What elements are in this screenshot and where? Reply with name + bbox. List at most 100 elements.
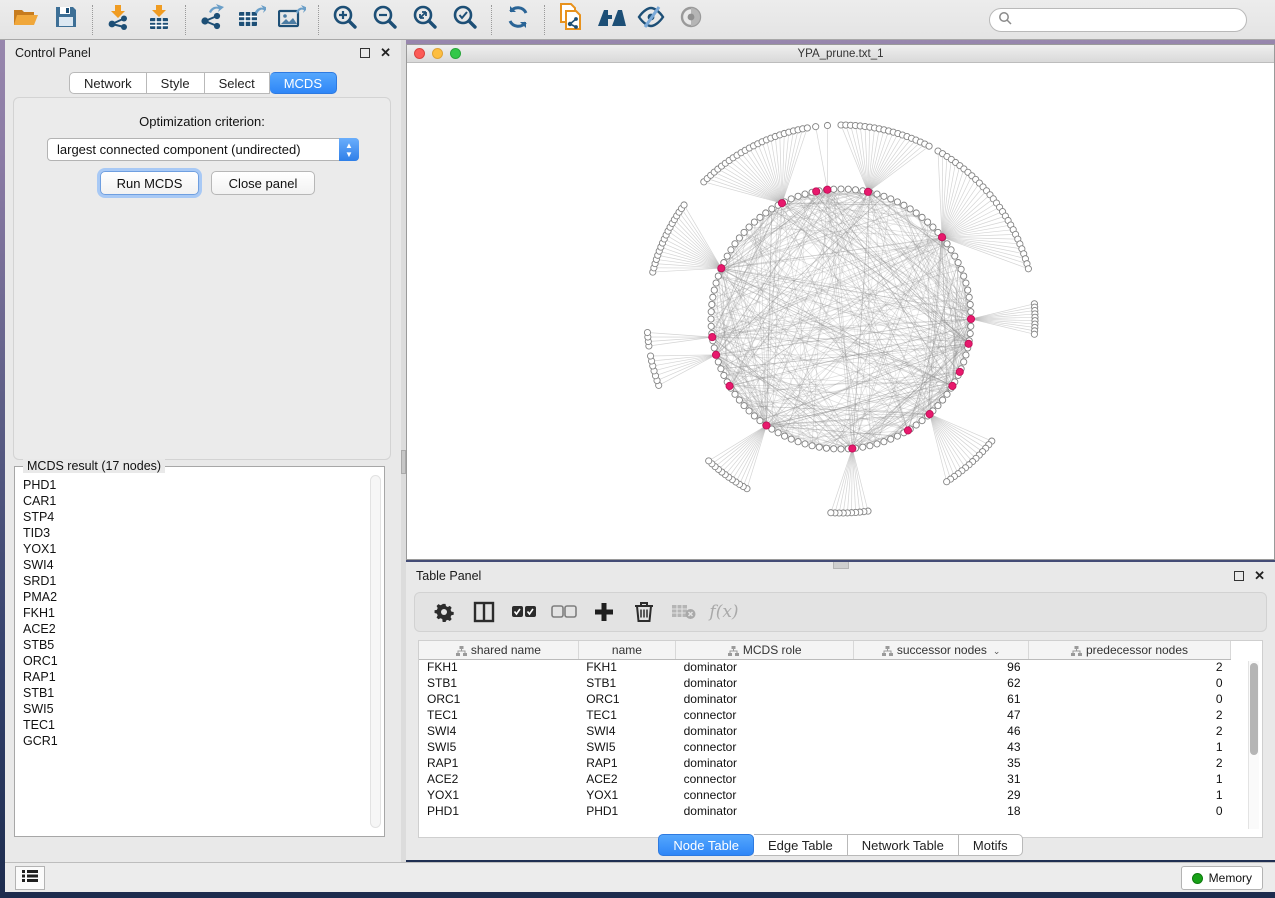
cell-name[interactable]: SWI5	[578, 739, 675, 755]
mcds-hub-node[interactable]	[813, 188, 820, 195]
list-item[interactable]: STB5	[23, 637, 360, 653]
list-item[interactable]: ORC1	[23, 653, 360, 669]
ring-node[interactable]	[948, 247, 954, 253]
ring-node[interactable]	[874, 441, 880, 447]
table-row[interactable]: ORC1ORC1dominator610	[419, 691, 1231, 707]
ring-node[interactable]	[802, 191, 808, 197]
list-item[interactable]: YOX1	[23, 541, 360, 557]
mcds-hub-node[interactable]	[778, 200, 785, 207]
list-item[interactable]: CAR1	[23, 493, 360, 509]
ring-node[interactable]	[736, 397, 742, 403]
leaf-node[interactable]	[944, 479, 950, 485]
ring-node[interactable]	[724, 253, 730, 259]
ring-node[interactable]	[913, 422, 919, 428]
mcds-hub-node[interactable]	[949, 382, 956, 389]
tab-network[interactable]: Network	[69, 72, 147, 94]
cell-mcds-role[interactable]: dominator	[676, 659, 854, 675]
network-graph[interactable]	[407, 63, 1274, 559]
leaf-node[interactable]	[926, 143, 932, 149]
delete-column-icon[interactable]	[629, 597, 659, 627]
cell-shared-name[interactable]: STB1	[419, 675, 578, 691]
cell-successor-nodes[interactable]: 96	[854, 659, 1029, 675]
ring-node[interactable]	[721, 372, 727, 378]
ring-node[interactable]	[788, 436, 794, 442]
list-item[interactable]: PHD1	[23, 477, 360, 493]
ring-node[interactable]	[788, 196, 794, 202]
cell-successor-nodes[interactable]: 61	[854, 691, 1029, 707]
cell-mcds-role[interactable]: connector	[676, 739, 854, 755]
ring-node[interactable]	[963, 280, 969, 286]
binoculars-button[interactable]	[591, 4, 631, 36]
cell-predecessor-nodes[interactable]: 2	[1029, 659, 1231, 675]
mcds-hub-node[interactable]	[965, 340, 972, 347]
leaf-node[interactable]	[1031, 331, 1037, 337]
ring-node[interactable]	[881, 439, 887, 445]
leaf-node[interactable]	[824, 122, 830, 128]
ring-node[interactable]	[736, 235, 742, 241]
ring-node[interactable]	[718, 366, 724, 372]
ring-node[interactable]	[809, 443, 815, 449]
mcds-hub-node[interactable]	[938, 234, 945, 241]
list-item[interactable]: ACE2	[23, 621, 360, 637]
mcds-hub-node[interactable]	[726, 382, 733, 389]
list-item[interactable]: TEC1	[23, 717, 360, 733]
leaf-node[interactable]	[681, 202, 687, 208]
ring-node[interactable]	[940, 397, 946, 403]
zoom-in-button[interactable]	[325, 4, 365, 36]
ring-node[interactable]	[711, 345, 717, 351]
mcds-hub-node[interactable]	[712, 351, 719, 358]
ring-node[interactable]	[845, 186, 851, 192]
ring-node[interactable]	[881, 193, 887, 199]
import-table-button[interactable]	[139, 4, 179, 36]
ring-node[interactable]	[831, 446, 837, 452]
cell-shared-name[interactable]: FKH1	[419, 659, 578, 675]
cell-name[interactable]: SWI4	[578, 723, 675, 739]
ring-node[interactable]	[746, 408, 752, 414]
cell-predecessor-nodes[interactable]: 2	[1029, 723, 1231, 739]
ring-node[interactable]	[888, 196, 894, 202]
list-item[interactable]: SWI4	[23, 557, 360, 573]
refresh-button[interactable]	[498, 4, 538, 36]
select-all-icon[interactable]	[509, 597, 539, 627]
ring-node[interactable]	[930, 224, 936, 230]
mcds-hub-node[interactable]	[709, 333, 716, 340]
ring-node[interactable]	[741, 229, 747, 235]
ring-node[interactable]	[838, 446, 844, 452]
ring-node[interactable]	[795, 439, 801, 445]
ring-node[interactable]	[958, 266, 964, 272]
table-row[interactable]: ACE2ACE2connector311	[419, 771, 1231, 787]
memory-button[interactable]: Memory	[1181, 866, 1263, 890]
leaf-node[interactable]	[647, 353, 653, 359]
ring-node[interactable]	[708, 309, 714, 315]
ring-node[interactable]	[944, 391, 950, 397]
cell-name[interactable]: ACE2	[578, 771, 675, 787]
cell-predecessor-nodes[interactable]: 2	[1029, 707, 1231, 723]
cell-shared-name[interactable]: RAP1	[419, 755, 578, 771]
ring-node[interactable]	[708, 316, 714, 322]
list-item[interactable]: STB1	[23, 685, 360, 701]
ring-node[interactable]	[715, 359, 721, 365]
table-row[interactable]: YOX1YOX1connector291	[419, 787, 1231, 803]
ring-node[interactable]	[894, 199, 900, 205]
table-row[interactable]: TEC1TEC1connector472	[419, 707, 1231, 723]
table-row[interactable]: FKH1FKH1dominator962	[419, 659, 1231, 675]
cell-successor-nodes[interactable]: 62	[854, 675, 1029, 691]
list-item[interactable]: TID3	[23, 525, 360, 541]
ring-node[interactable]	[901, 202, 907, 208]
cell-successor-nodes[interactable]: 29	[854, 787, 1029, 803]
column-header-predecessor-nodes[interactable]: predecessor nodes	[1029, 641, 1231, 659]
optimization-select[interactable]: largest connected component (undirected)…	[47, 138, 359, 161]
table-scrollbar[interactable]	[1248, 661, 1259, 829]
cell-shared-name[interactable]: SWI5	[419, 739, 578, 755]
cell-predecessor-nodes[interactable]: 1	[1029, 771, 1231, 787]
mcds-hub-node[interactable]	[967, 315, 974, 322]
export-network-button[interactable]	[192, 4, 232, 36]
cell-predecessor-nodes[interactable]: 2	[1029, 755, 1231, 771]
mcds-hub-node[interactable]	[718, 265, 725, 272]
cell-name[interactable]: RAP1	[578, 755, 675, 771]
ring-node[interactable]	[751, 219, 757, 225]
ring-node[interactable]	[894, 433, 900, 439]
ring-node[interactable]	[715, 273, 721, 279]
ring-node[interactable]	[874, 191, 880, 197]
export-image-button[interactable]	[272, 4, 312, 36]
